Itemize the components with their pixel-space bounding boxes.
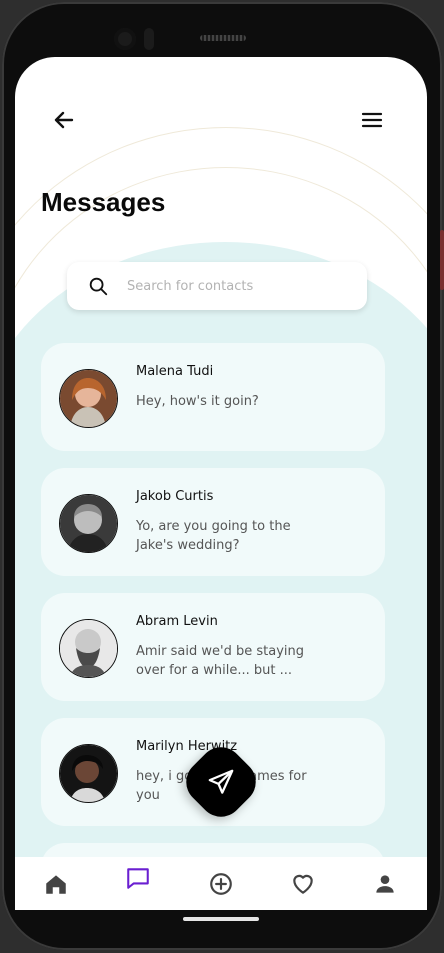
arrow-left-icon bbox=[54, 111, 74, 129]
nav-messages[interactable] bbox=[125, 865, 151, 891]
search-box[interactable] bbox=[67, 262, 367, 310]
bottom-navigation bbox=[15, 857, 427, 910]
nav-profile[interactable] bbox=[372, 871, 398, 897]
home-icon bbox=[46, 875, 66, 894]
contact-name: Jakob Curtis bbox=[136, 489, 214, 504]
hamburger-menu-icon bbox=[361, 112, 383, 128]
avatar bbox=[59, 494, 118, 553]
chat-icon bbox=[127, 868, 149, 889]
contact-name: Malena Tudi bbox=[136, 364, 214, 379]
add-circle-icon bbox=[210, 873, 232, 895]
nav-add[interactable] bbox=[208, 871, 234, 897]
message-preview: Amir said we'd be staying over for a whi… bbox=[136, 644, 304, 678]
nav-home[interactable] bbox=[43, 871, 69, 897]
profile-icon bbox=[376, 875, 394, 893]
avatar bbox=[59, 619, 118, 678]
message-preview: Yo, are you going to the Jake's wedding? bbox=[136, 519, 291, 553]
heart-icon bbox=[293, 874, 313, 894]
earpiece-speaker bbox=[200, 35, 246, 41]
send-icon bbox=[208, 769, 234, 794]
side-button bbox=[440, 230, 444, 290]
menu-button[interactable] bbox=[357, 105, 387, 135]
app-screen: Messages Malena Tudi Hey, how's it goin?… bbox=[15, 57, 427, 910]
message-preview: Hey, how's it goin? bbox=[136, 394, 259, 409]
front-camera bbox=[114, 28, 136, 50]
page-title: Messages bbox=[41, 187, 166, 217]
conversation-card[interactable]: Jakob Curtis Yo, are you going to the Ja… bbox=[41, 468, 385, 576]
conversation-card[interactable]: Malena Tudi Hey, how's it goin? bbox=[41, 343, 385, 451]
back-button[interactable] bbox=[49, 105, 79, 135]
home-indicator[interactable] bbox=[183, 917, 259, 921]
avatar bbox=[59, 744, 118, 803]
contact-name: Abram Levin bbox=[136, 614, 218, 629]
avatar bbox=[59, 369, 118, 428]
nav-favorites[interactable] bbox=[290, 871, 316, 897]
conversation-card[interactable]: Abram Levin Amir said we'd be staying ov… bbox=[41, 593, 385, 701]
sensor bbox=[144, 28, 154, 50]
search-input[interactable] bbox=[125, 277, 349, 295]
search-icon bbox=[89, 277, 108, 296]
